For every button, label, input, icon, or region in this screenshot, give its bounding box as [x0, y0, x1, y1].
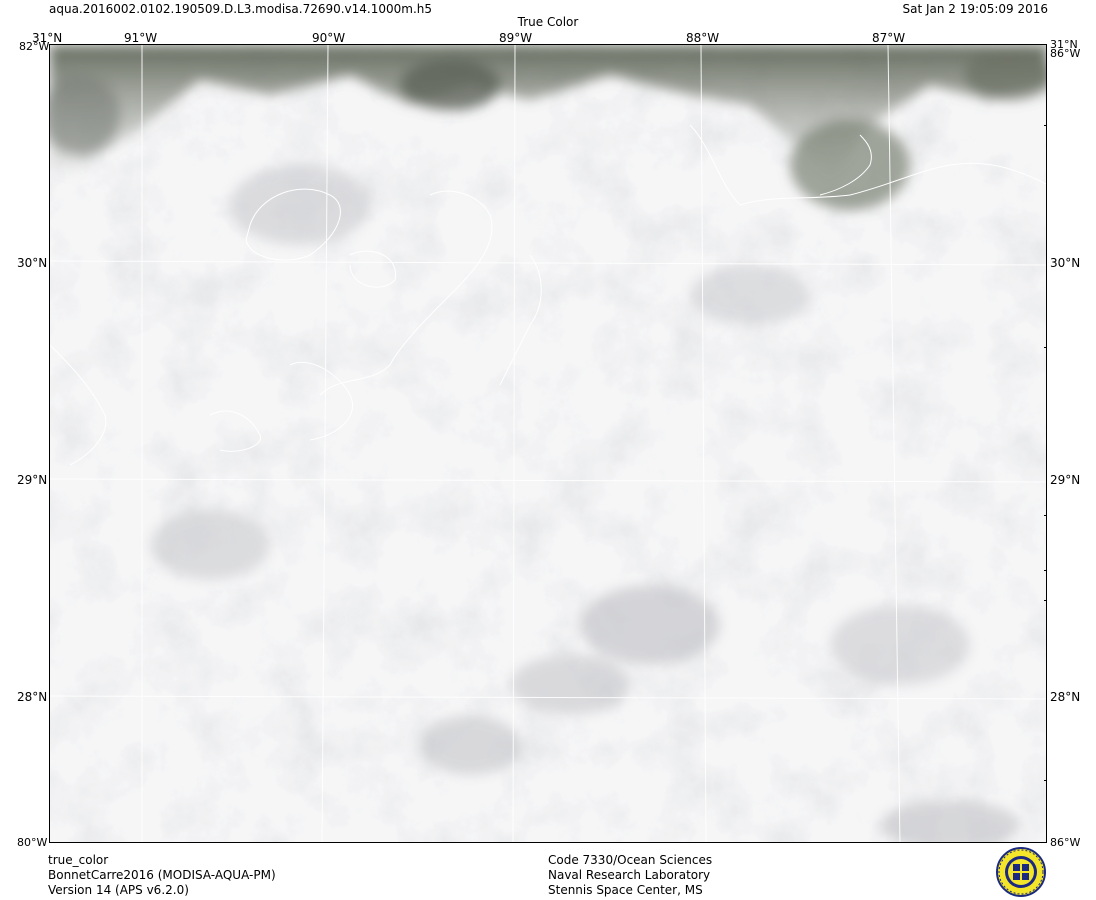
right-tick [1044, 125, 1047, 126]
right-tick [1044, 570, 1047, 571]
lat-label-left-28n: 28°N [17, 690, 48, 704]
filename-label: aqua.2016002.0102.190509.D.L3.modisa.726… [49, 2, 433, 16]
right-tick [1044, 600, 1047, 601]
bottom-left-corner-label: 80°W [17, 836, 48, 849]
satellite-map [49, 44, 1047, 843]
product-title: True Color [517, 15, 579, 29]
footer-version: Version 14 (APS v6.2.0) [48, 883, 189, 897]
right-tick [1044, 347, 1047, 348]
right-corner-overlap-label: 31°N 86°W [1050, 38, 1081, 60]
right-tick [1044, 515, 1047, 516]
lat-label-left-29n: 29°N [17, 473, 48, 487]
footer-org-location: Stennis Space Center, MS [548, 883, 703, 897]
lat-label-left-30n: 30°N [17, 256, 48, 270]
lon-label-87w: 87°W [872, 31, 906, 45]
footer-product-name: true_color [48, 853, 109, 867]
lat-label-right-30n: 30°N [1050, 256, 1081, 270]
lon-label-91w: 91°W [124, 31, 158, 45]
lon-label-89w: 89°W [499, 31, 533, 45]
map-imagery [50, 45, 1046, 842]
nrl-seal-icon [996, 847, 1046, 897]
right-tick [1044, 780, 1047, 781]
footer-org-name: Naval Research Laboratory [548, 868, 711, 882]
footer-org-code: Code 7330/Ocean Sciences [548, 853, 713, 867]
left-corner-overlap-label: 82°W [19, 40, 50, 53]
footer-dataset: BonnetCarre2016 (MODISA-AQUA-PM) [48, 868, 276, 882]
lon-label-88w: 88°W [686, 31, 720, 45]
lon-label-90w: 90°W [312, 31, 346, 45]
lat-label-right-28n: 28°N [1050, 690, 1081, 704]
bottom-right-corner-label: 86°W [1050, 836, 1081, 849]
lat-label-right-29n: 29°N [1050, 473, 1081, 487]
datetime-label: Sat Jan 2 19:05:09 2016 [902, 2, 1049, 16]
